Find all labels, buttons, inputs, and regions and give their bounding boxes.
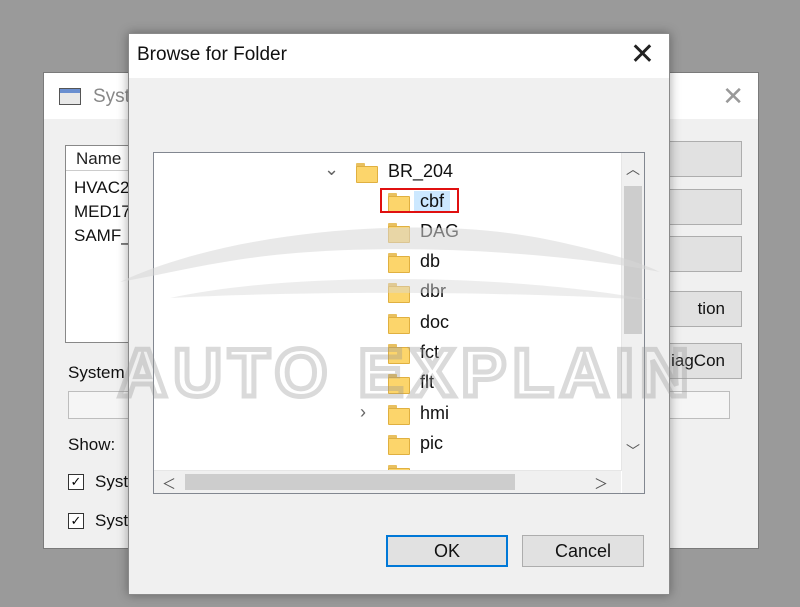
- folder-icon: [388, 283, 410, 303]
- vertical-scroll-thumb[interactable]: [624, 186, 642, 334]
- tree-node-label: db: [420, 251, 441, 271]
- horizontal-scrollbar[interactable]: ＜ ＞: [154, 470, 621, 493]
- tree-node-br-204[interactable]: ⌄ BR_204: [324, 159, 524, 185]
- side-button-4-label: tion: [697, 299, 725, 318]
- tree-node-doc[interactable]: doc: [388, 310, 508, 336]
- tree-node-db[interactable]: db: [388, 249, 508, 275]
- cancel-button[interactable]: Cancel: [522, 535, 644, 567]
- diagcon-button-label: iagCon: [671, 351, 725, 370]
- tree-node-label: hmi: [420, 403, 450, 423]
- scroll-left-icon[interactable]: ＜: [162, 474, 176, 494]
- tree-node-label: BR_204: [388, 161, 454, 181]
- tree-node-flt[interactable]: flt: [388, 370, 508, 396]
- tree-node-label: doc: [420, 312, 450, 332]
- folder-icon: [388, 374, 410, 394]
- list-items: HVAC2 MED17 SAMF_: [74, 176, 131, 248]
- chevron-right-icon[interactable]: ›: [360, 402, 366, 423]
- close-icon[interactable]: ✕: [630, 37, 655, 72]
- tree-node-label: flt: [420, 372, 435, 392]
- list-item[interactable]: SAMF_: [74, 224, 131, 248]
- folder-icon: [388, 435, 410, 455]
- browse-folder-dialog: Browse for Folder ✕ ⌄ BR_204 cbf DAG db: [128, 33, 670, 595]
- scroll-right-icon[interactable]: ＞: [594, 474, 608, 494]
- tree-node-fct[interactable]: fct: [388, 340, 508, 366]
- tree-node-label: pic: [420, 433, 444, 453]
- system-checkbox-1-label: Syst: [95, 472, 129, 491]
- folder-icon: [388, 253, 410, 273]
- folder-tree[interactable]: ⌄ BR_204 cbf DAG db dbr doc fct flt › hm…: [153, 152, 645, 494]
- tree-node-label: dbr: [420, 281, 447, 301]
- scroll-up-icon[interactable]: ︿: [626, 159, 640, 179]
- ok-button[interactable]: OK: [386, 535, 508, 567]
- tree-node-dbr[interactable]: dbr: [388, 279, 508, 305]
- folder-icon: [388, 314, 410, 334]
- dialog-titlebar: Browse for Folder ✕: [129, 34, 669, 78]
- list-item[interactable]: HVAC2: [74, 176, 131, 200]
- system-checkbox-2-label: Syst: [95, 511, 129, 530]
- folder-icon: [388, 344, 410, 364]
- scrollbar-corner: [622, 471, 644, 493]
- tree-node-label: fct: [420, 342, 440, 362]
- list-header-name: Name: [76, 149, 122, 168]
- red-highlight-box: [380, 188, 459, 213]
- background-close-icon[interactable]: ✕: [722, 81, 744, 112]
- tree-node-dag[interactable]: DAG: [388, 219, 508, 245]
- folder-icon: [388, 223, 410, 243]
- background-window-title: Syst: [93, 86, 130, 107]
- folder-tree-view: ⌄ BR_204 cbf DAG db dbr doc fct flt › hm…: [154, 153, 621, 471]
- app-window-icon: [59, 88, 81, 105]
- system-label: System: [68, 363, 125, 382]
- system-checkbox-2[interactable]: ✓: [68, 513, 84, 529]
- tree-node-hmi[interactable]: › hmi: [360, 401, 510, 427]
- dialog-title: Browse for Folder: [137, 44, 287, 65]
- folder-icon: [356, 163, 378, 183]
- list-item[interactable]: MED17: [74, 200, 131, 224]
- show-label: Show:: [68, 435, 116, 454]
- tree-node-pic[interactable]: pic: [388, 431, 508, 457]
- tree-node-label: DAG: [420, 221, 460, 241]
- vertical-scrollbar[interactable]: ︿ ﹀: [621, 153, 644, 471]
- horizontal-scroll-thumb[interactable]: [185, 474, 515, 490]
- chevron-down-icon[interactable]: ⌄: [324, 159, 339, 180]
- folder-icon: [388, 405, 410, 425]
- scroll-down-icon[interactable]: ﹀: [626, 441, 640, 461]
- system-checkbox-1[interactable]: ✓: [68, 474, 84, 490]
